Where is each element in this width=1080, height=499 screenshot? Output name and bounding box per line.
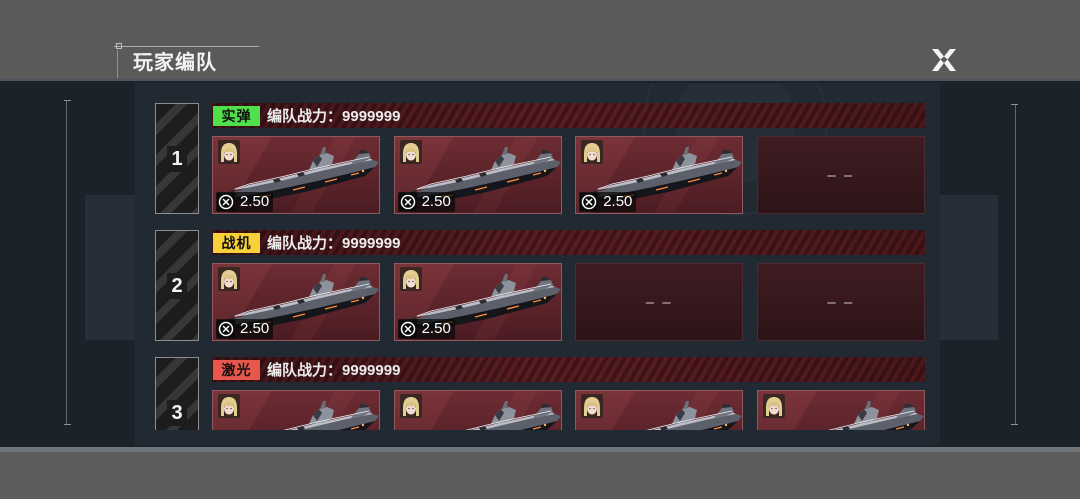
pilot-avatar (218, 394, 240, 418)
cost-badge: 2.50 (397, 319, 455, 339)
cost-value: 2.50 (421, 193, 451, 210)
formation-body: 激光 编队战力：9999999 (212, 357, 925, 430)
formation-body: 实弹 编队战力：9999999 2.50 2.50 2.50 – – (212, 103, 925, 214)
pilot-avatar (762, 394, 785, 418)
cost-value: 2.50 (603, 193, 633, 210)
cross-circle-icon (217, 193, 235, 211)
formation-row: 1 实弹 编队战力：9999999 2.50 2.50 2.50 – – (150, 103, 935, 214)
formation-header: 激光 编队战力：9999999 (212, 357, 925, 382)
formation-index: 1 (167, 145, 187, 172)
title-decoration-bracket (117, 50, 118, 78)
ship-slot[interactable] (393, 390, 562, 430)
close-icon (932, 49, 956, 71)
ship-slot[interactable]: 2.50 (212, 263, 380, 341)
ship-slot-list: 2.50 2.50 – – – – (212, 263, 925, 341)
formation-header: 战机 编队战力：9999999 (212, 230, 925, 255)
pilot-avatar (399, 140, 422, 164)
formation-power: 编队战力：9999999 (267, 232, 400, 253)
right-side-decoration (940, 195, 998, 340)
close-button[interactable] (930, 48, 958, 72)
ship-slot-list: 2.50 2.50 2.50 – – (212, 136, 925, 214)
ship-slot[interactable]: 2.50 (575, 136, 744, 214)
cost-badge: 2.50 (216, 192, 274, 212)
formation-power-label: 编队战力： (267, 235, 343, 252)
formation-type-tag: 战机 (213, 232, 260, 253)
pilot-avatar (399, 267, 422, 291)
cross-circle-icon (398, 193, 417, 211)
right-bracket-decoration (1008, 104, 1018, 425)
formation-power-label: 编队战力： (267, 362, 343, 379)
empty-slot-label: – – (827, 166, 855, 184)
top-bar: 玩家编队 (0, 0, 1080, 79)
formation-power: 编队战力：9999999 (267, 105, 400, 126)
bottom-bar (0, 447, 1080, 499)
title-decoration-line (114, 46, 259, 47)
formation-power-label: 编队战力： (267, 108, 343, 125)
pilot-avatar (581, 140, 604, 164)
pilot-avatar (581, 394, 604, 418)
ship-slot-list (212, 390, 925, 430)
empty-ship-slot[interactable]: – – (756, 136, 925, 214)
formation-power-value: 9999999 (342, 362, 401, 379)
cost-value: 2.50 (240, 320, 270, 337)
ship-slot[interactable]: 2.50 (393, 263, 562, 341)
cross-circle-icon (580, 193, 599, 211)
formation-body: 战机 编队战力：9999999 2.50 2.50 – – – – (212, 230, 925, 341)
formation-power: 编队战力：9999999 (267, 359, 400, 380)
left-side-decoration (85, 195, 135, 340)
formation-scroll-area[interactable]: 1 实弹 编队战力：9999999 2.50 2.50 2.50– –2 战机 编队战力：99… (150, 98, 935, 430)
formation-power-value: 9999999 (342, 108, 401, 125)
cost-value: 2.50 (240, 193, 270, 210)
formation-list: 1 实弹 编队战力：9999999 2.50 2.50 2.50– –2 战机 编队战力：99… (150, 103, 935, 430)
left-bracket-decoration (64, 100, 74, 425)
empty-ship-slot[interactable]: – – (756, 263, 925, 341)
formation-type-tag: 实弹 (213, 105, 260, 126)
ship-slot[interactable]: 2.50 (393, 136, 562, 214)
formation-index-button[interactable]: 2 (155, 230, 199, 341)
cost-badge: 2.50 (397, 192, 455, 212)
empty-slot-label: – – (827, 293, 855, 311)
pilot-avatar (218, 140, 240, 164)
formation-header: 实弹 编队战力：9999999 (212, 103, 925, 128)
ship-slot[interactable] (756, 390, 925, 430)
cross-circle-icon (217, 320, 235, 338)
formation-index: 3 (167, 399, 187, 426)
ship-slot[interactable] (575, 390, 744, 430)
title-decoration-box (116, 43, 122, 49)
cost-value: 2.50 (421, 320, 451, 337)
ship-slot[interactable]: 2.50 (212, 136, 380, 214)
formation-row: 2 战机 编队战力：9999999 2.50 2.50 – – – – (150, 230, 935, 341)
page-title: 玩家编队 (133, 52, 217, 74)
pilot-avatar (399, 394, 422, 418)
cost-badge: 2.50 (579, 192, 637, 212)
formation-type-tag: 激光 (213, 359, 260, 380)
ship-slot[interactable] (212, 390, 380, 430)
formation-power-value: 9999999 (342, 235, 401, 252)
formation-index-button[interactable]: 3 (155, 357, 199, 430)
formation-index: 2 (167, 272, 187, 299)
formation-row: 3 激光 编队战力：9999999 (150, 357, 935, 430)
cross-circle-icon (398, 320, 417, 338)
pilot-avatar (218, 267, 240, 291)
empty-ship-slot[interactable]: – – (575, 263, 744, 341)
empty-slot-label: – – (645, 293, 673, 311)
formation-index-button[interactable]: 1 (155, 103, 199, 214)
cost-badge: 2.50 (216, 319, 274, 339)
